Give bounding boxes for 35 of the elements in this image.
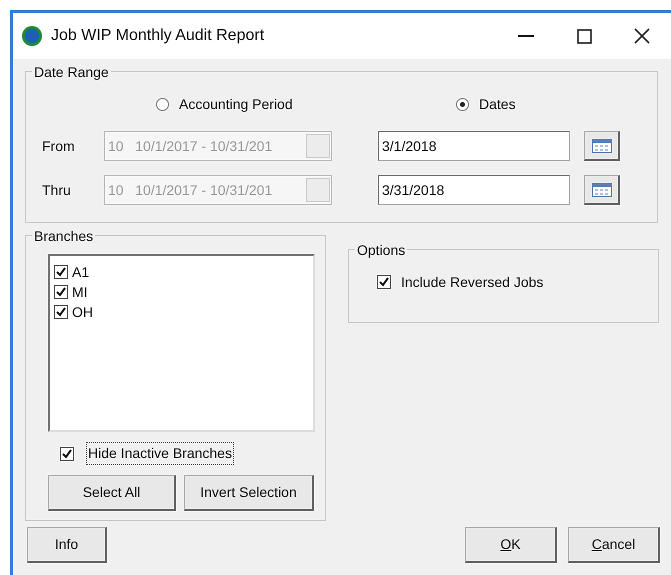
checkbox[interactable]: [54, 285, 68, 299]
checkbox[interactable]: [60, 446, 74, 460]
window-title: Job WIP Monthly Audit Report: [51, 26, 266, 46]
branch-label: MI: [72, 282, 88, 302]
dropdown-value: 10 10/1/2017 - 10/31/201: [108, 180, 272, 200]
checkbox[interactable]: [54, 305, 68, 319]
calendar-icon: [592, 138, 612, 152]
action-button[interactable]: Select All: [48, 475, 176, 511]
field-label: From: [41, 136, 76, 156]
close-icon: [634, 28, 650, 44]
branch-list[interactable]: A1 MI OH: [48, 254, 315, 432]
radio-label: Accounting Period: [179, 94, 293, 114]
dialog-button[interactable]: Info: [27, 527, 107, 563]
checkbox[interactable]: [377, 275, 391, 289]
checkbox[interactable]: [54, 265, 68, 279]
field-label: Thru: [41, 180, 72, 200]
app-logo-icon: [21, 25, 43, 47]
calendar-button[interactable]: [584, 131, 620, 161]
radio-button[interactable]: [456, 98, 469, 110]
checkbox-label: Hide Inactive Branches: [86, 442, 234, 465]
dropdown-value: 10 10/1/2017 - 10/31/201: [108, 136, 272, 156]
calendar-button[interactable]: [584, 175, 620, 205]
maximize-icon: [576, 28, 592, 44]
branch-label: A1: [72, 262, 90, 282]
checkbox-label: Include Reversed Jobs: [401, 272, 544, 292]
branch-label: OH: [72, 302, 93, 322]
date-field[interactable]: 3/31/2018: [378, 175, 570, 205]
dialog-button[interactable]: OK: [465, 527, 557, 563]
radio-label: Dates: [479, 94, 516, 114]
action-button[interactable]: Invert Selection: [184, 475, 314, 511]
calendar-icon: [592, 182, 612, 196]
radio-button[interactable]: [156, 98, 169, 110]
date-field[interactable]: 3/1/2018: [378, 131, 570, 161]
minimize-icon: [518, 35, 534, 37]
dialog-button[interactable]: Cancel: [568, 527, 660, 563]
